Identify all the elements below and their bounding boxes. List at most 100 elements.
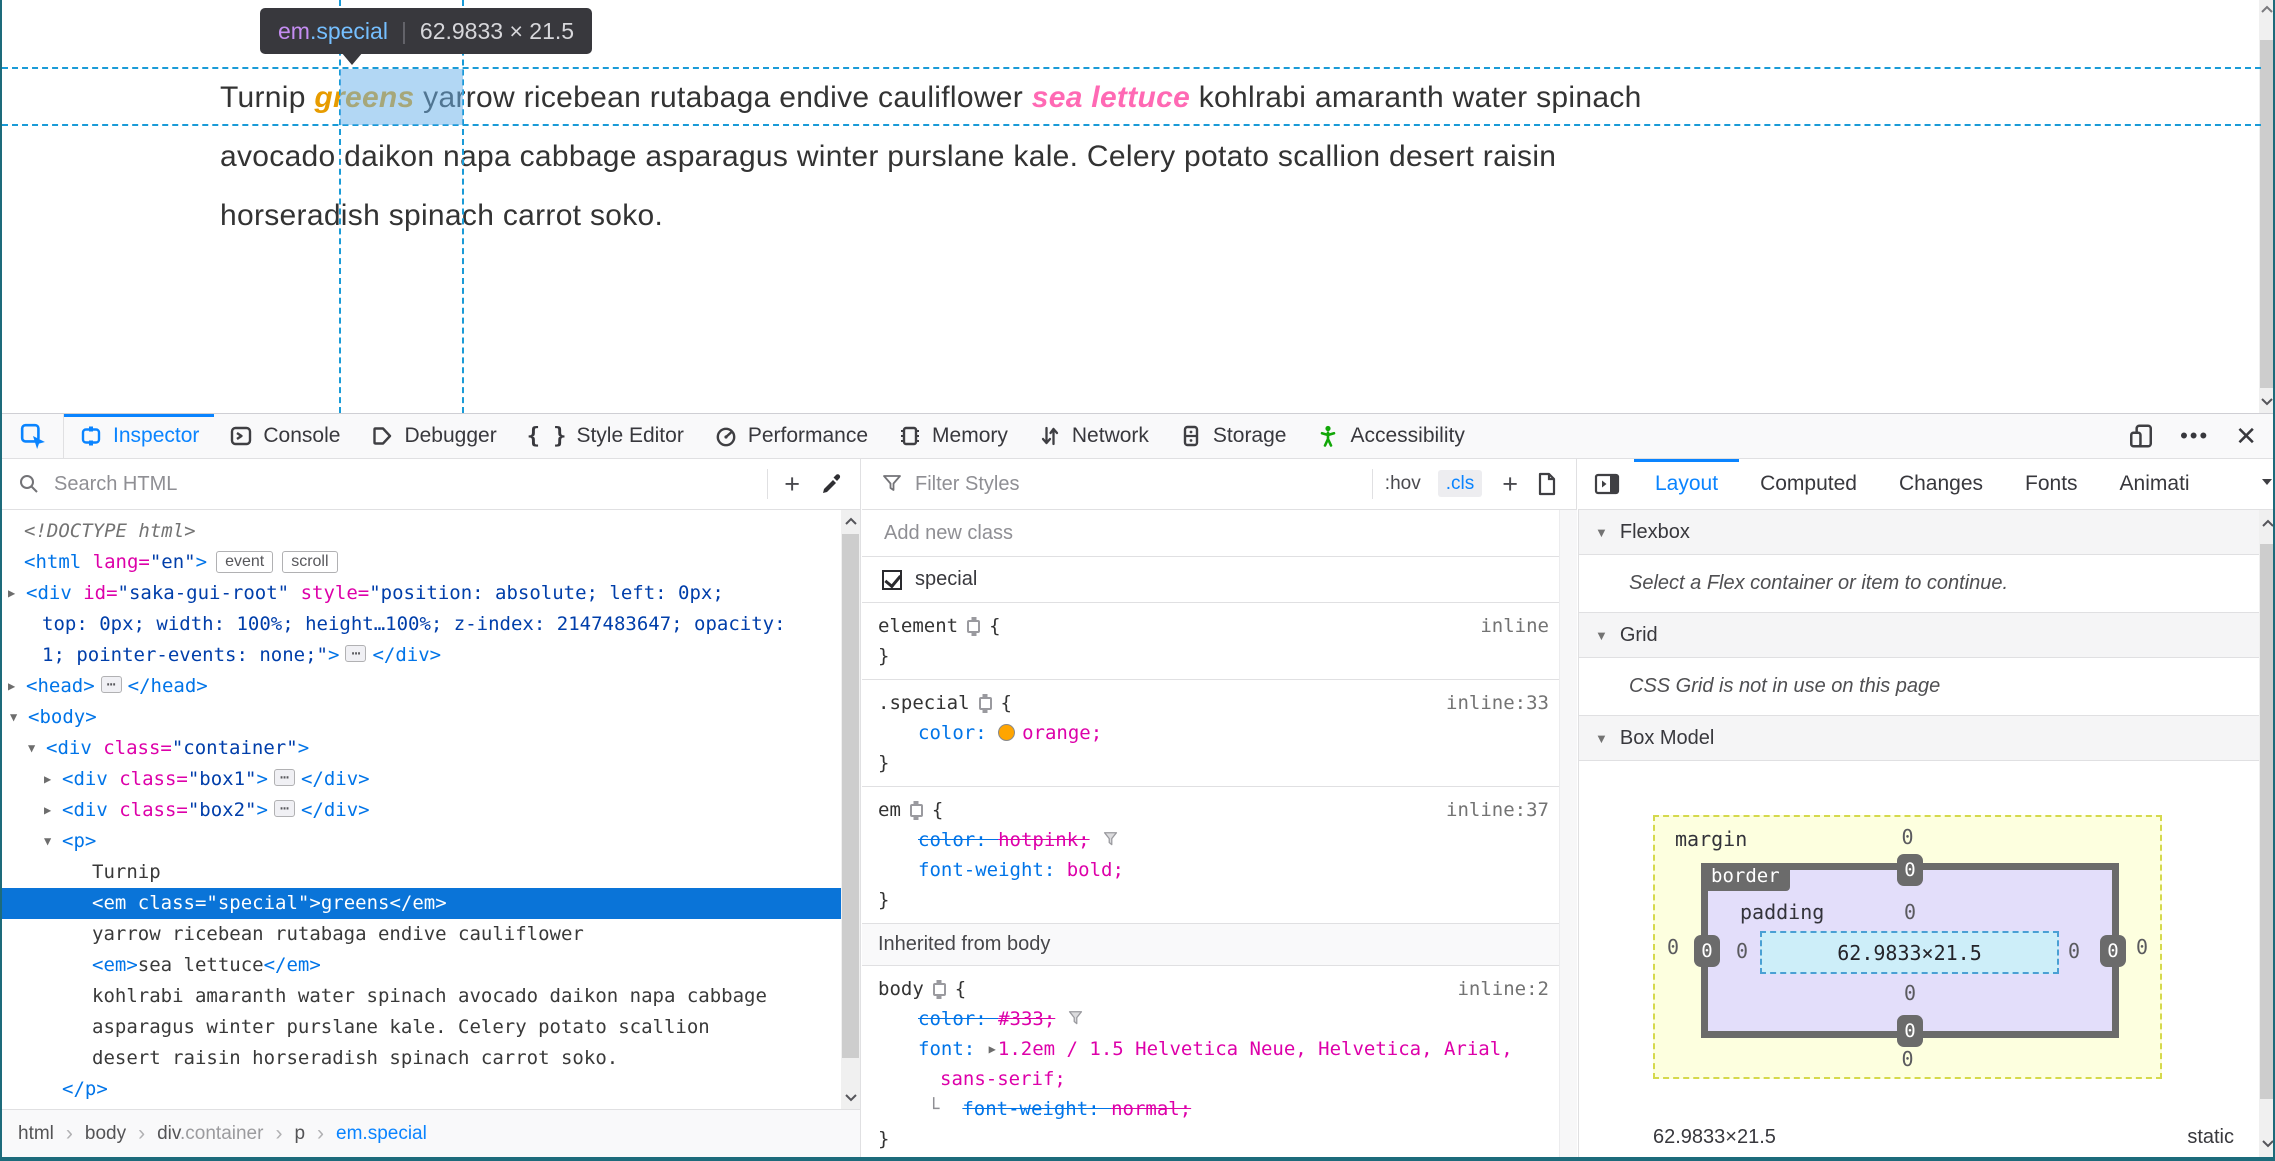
add-node-button[interactable]: +	[768, 469, 816, 500]
scroll-up-arrow[interactable]	[2259, 0, 2273, 18]
close-devtools-icon[interactable]: ✕	[2235, 421, 2257, 452]
markup-node-saka-div-wrap[interactable]: top: 0px; width: 100%; height…100%; z-in…	[2, 609, 860, 640]
expand-computed-icon[interactable]: ▶	[989, 1042, 996, 1056]
ellipsis-badge[interactable]: ⋯	[273, 800, 295, 817]
markup-node-head[interactable]: ▶ <head> ⋯ </head>	[2, 671, 860, 702]
box-model-border-box[interactable]: border 0 0 0 0 padding 0 0 0 0 62.9833×2…	[1694, 854, 2126, 1047]
breadcrumb-item-html[interactable]: html	[18, 1123, 54, 1145]
eyedropper-button[interactable]	[816, 472, 860, 496]
filter-styles-input[interactable]: Filter Styles	[862, 473, 1372, 496]
scroll-up-arrow[interactable]	[841, 512, 860, 530]
selector-highlighter-icon[interactable]	[978, 697, 992, 710]
search-input[interactable]: Search HTML	[2, 473, 767, 496]
markup-text-node[interactable]: asparagus winter purslane kale. Celery p…	[2, 1012, 860, 1043]
expand-twisty-icon[interactable]: ▶	[44, 764, 62, 795]
markup-node-em-special-selected[interactable]: <em class="special">greens</em>	[2, 888, 841, 919]
overridden-filter-icon[interactable]	[1067, 1010, 1084, 1027]
add-new-class-input[interactable]: Add new class	[862, 510, 1577, 557]
rule-selector-line[interactable]: element{inline	[862, 611, 1577, 641]
rule-selector-line[interactable]: em{inline:37	[862, 795, 1577, 825]
page-scrollbar[interactable]	[2259, 0, 2273, 413]
tab-memory[interactable]: Memory	[883, 414, 1023, 458]
tab-changes[interactable]: Changes	[1878, 459, 2004, 510]
grid-accordion-header[interactable]: ▼ Grid	[1579, 613, 2273, 658]
ellipsis-badge[interactable]: ⋯	[273, 769, 295, 786]
padding-top-value[interactable]: 0	[1904, 900, 1916, 924]
pane-toggle-button[interactable]	[1578, 472, 1634, 496]
tab-storage[interactable]: Storage	[1164, 414, 1302, 458]
tab-computed[interactable]: Computed	[1739, 459, 1878, 510]
border-top-value[interactable]: 0	[1897, 854, 1923, 886]
node-picker-button[interactable]	[2, 414, 64, 458]
collapse-twisty-icon[interactable]: ▼	[44, 826, 62, 857]
border-right-value[interactable]: 0	[2100, 934, 2126, 967]
border-bottom-value[interactable]: 0	[1897, 1015, 1923, 1047]
padding-bottom-value[interactable]: 0	[1904, 981, 1916, 1005]
pseudo-class-button[interactable]: :hov	[1373, 473, 1430, 495]
scrollbar-thumb[interactable]	[2260, 40, 2273, 388]
event-badge[interactable]: event	[216, 551, 274, 573]
rule-source-link[interactable]: inline:33	[1446, 688, 1549, 718]
class-checkbox[interactable]	[882, 569, 902, 590]
tab-animations[interactable]: Animati	[2099, 459, 2194, 510]
markup-node-body[interactable]: ▼ <body>	[2, 702, 860, 733]
ellipsis-badge[interactable]: ⋯	[100, 676, 122, 693]
ellipsis-badge[interactable]: ⋯	[345, 645, 367, 662]
selector-highlighter-icon[interactable]	[932, 983, 946, 996]
tab-accessibility[interactable]: Accessibility	[1301, 414, 1479, 458]
rule-selector-line[interactable]: .special{inline:33	[862, 688, 1577, 718]
rule-source-link[interactable]: inline:37	[1446, 795, 1549, 825]
selector-highlighter-icon[interactable]	[909, 804, 923, 817]
tab-inspector[interactable]: Inspector	[64, 414, 215, 458]
margin-bottom-value[interactable]: 0	[1901, 1047, 1913, 1071]
markup-node-p-close[interactable]: </p>	[2, 1074, 860, 1105]
markup-node-box1[interactable]: ▶ <div class="box1"> ⋯ </div>	[2, 764, 860, 795]
expand-twisty-icon[interactable]: ▶	[44, 795, 62, 826]
rules-scrollbar[interactable]	[1559, 510, 1577, 1157]
add-rule-button[interactable]: +	[1490, 469, 1530, 500]
scroll-down-arrow[interactable]	[841, 1089, 860, 1107]
markup-node-doctype[interactable]: <!DOCTYPE html>	[2, 516, 860, 547]
markup-node-container[interactable]: ▼ <div class="container">	[2, 733, 860, 764]
markup-node-p[interactable]: ▼ <p>	[2, 826, 860, 857]
border-left-value[interactable]: 0	[1694, 934, 1720, 967]
scroll-down-arrow[interactable]	[2259, 1135, 2273, 1153]
margin-top-value[interactable]: 0	[1901, 825, 1913, 849]
tab-fonts[interactable]: Fonts	[2004, 459, 2099, 510]
box-model-content-box[interactable]: 62.9833×21.5	[1760, 931, 2059, 974]
expand-twisty-icon[interactable]: ▶	[8, 578, 26, 609]
markup-node-em[interactable]: <em>sea lettuce</em>	[2, 950, 860, 981]
declaration-font[interactable]: font: ▶ 1.2em / 1.5 Helvetica Neue, Helve…	[862, 1034, 1577, 1064]
rule-selector-line[interactable]: body{inline:2	[862, 974, 1577, 1004]
padding-right-value[interactable]: 0	[2068, 939, 2080, 963]
meatball-menu-icon[interactable]: •••	[2180, 423, 2209, 449]
markup-text-node[interactable]: kohlrabi amaranth water spinach avocado …	[2, 981, 860, 1012]
breadcrumb-item-em-special[interactable]: em.special	[336, 1123, 427, 1145]
breadcrumb-item-div-container[interactable]: div.container	[157, 1123, 263, 1145]
flexbox-accordion-header[interactable]: ▼ Flexbox	[1579, 510, 2273, 555]
declaration-color-hotpink-overridden[interactable]: color: hotpink;	[862, 825, 1577, 855]
print-media-button[interactable]	[1530, 472, 1576, 496]
scrollbar-thumb[interactable]	[842, 534, 859, 1058]
declaration-font-weight-sub-overridden[interactable]: └ font-weight: normal;	[862, 1094, 1577, 1124]
expand-twisty-icon[interactable]: ▶	[8, 671, 26, 702]
markup-node-saka-div[interactable]: ▶ <div id="saka-gui-root" style="position…	[2, 578, 860, 609]
overridden-filter-icon[interactable]	[1102, 831, 1119, 848]
padding-left-value[interactable]: 0	[1736, 939, 1748, 963]
collapse-twisty-icon[interactable]: ▼	[28, 733, 46, 764]
tab-style-editor[interactable]: { } Style Editor	[512, 414, 699, 458]
scrollbar-thumb[interactable]	[2260, 544, 2273, 1099]
markup-text-node[interactable]: yarrow ricebean rutabaga endive cauliflo…	[2, 919, 860, 950]
rule-source-link[interactable]: inline:2	[1457, 974, 1549, 1004]
rule-source-link[interactable]: inline	[1480, 611, 1549, 641]
tab-performance[interactable]: Performance	[699, 414, 883, 458]
responsive-design-mode-icon[interactable]	[2128, 423, 2154, 449]
breadcrumb-item-body[interactable]: body	[85, 1123, 126, 1145]
scroll-down-arrow[interactable]	[2259, 393, 2273, 411]
markup-scrollbar[interactable]	[841, 510, 860, 1109]
breadcrumb-item-p[interactable]: p	[294, 1123, 305, 1145]
declaration-font-weight-bold[interactable]: font-weight: bold;	[862, 855, 1577, 885]
selector-highlighter-icon[interactable]	[967, 620, 981, 633]
declaration-color-orange[interactable]: color: orange;	[862, 718, 1577, 748]
tab-network[interactable]: Network	[1023, 414, 1164, 458]
